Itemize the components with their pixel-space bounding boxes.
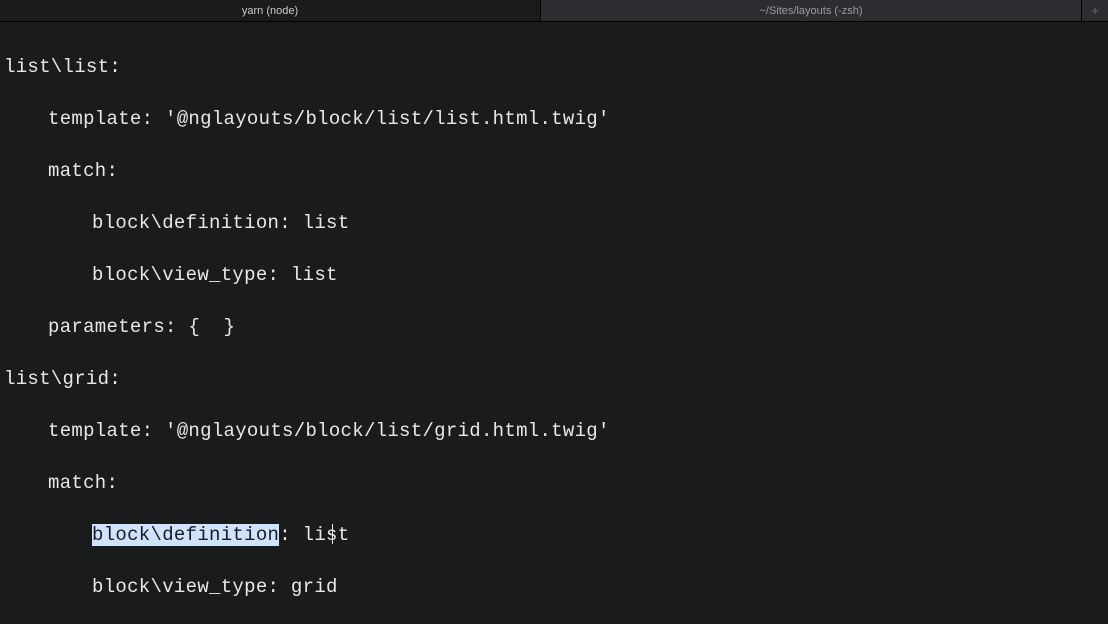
code-line: template: '@nglayouts/block/list/list.ht… (4, 106, 1104, 132)
code-text: t (338, 524, 350, 546)
code-line: block\view_type: list (4, 262, 1104, 288)
tab-zsh[interactable]: ~/Sites/layouts (-zsh) (541, 0, 1082, 21)
code-line: block\definition: list (4, 522, 1104, 548)
code-line: parameters: { } (4, 314, 1104, 340)
code-line: match: (4, 470, 1104, 496)
new-tab-button[interactable]: + (1082, 0, 1108, 21)
terminal-tab-bar: yarn (node) ~/Sites/layouts (-zsh) + (0, 0, 1108, 22)
terminal-output[interactable]: list\list: template: '@nglayouts/block/l… (0, 22, 1108, 624)
code-line: template: '@nglayouts/block/list/grid.ht… (4, 418, 1104, 444)
code-line: match: (4, 158, 1104, 184)
code-line: list\grid: (4, 366, 1104, 392)
tab-yarn[interactable]: yarn (node) (0, 0, 541, 21)
text-cursor: s (326, 522, 338, 548)
code-line: block\view_type: grid (4, 574, 1104, 600)
text-selection: block\definition (92, 524, 279, 546)
code-line: block\definition: list (4, 210, 1104, 236)
code-line: list\list: (4, 54, 1104, 80)
code-text: : li (279, 524, 326, 546)
